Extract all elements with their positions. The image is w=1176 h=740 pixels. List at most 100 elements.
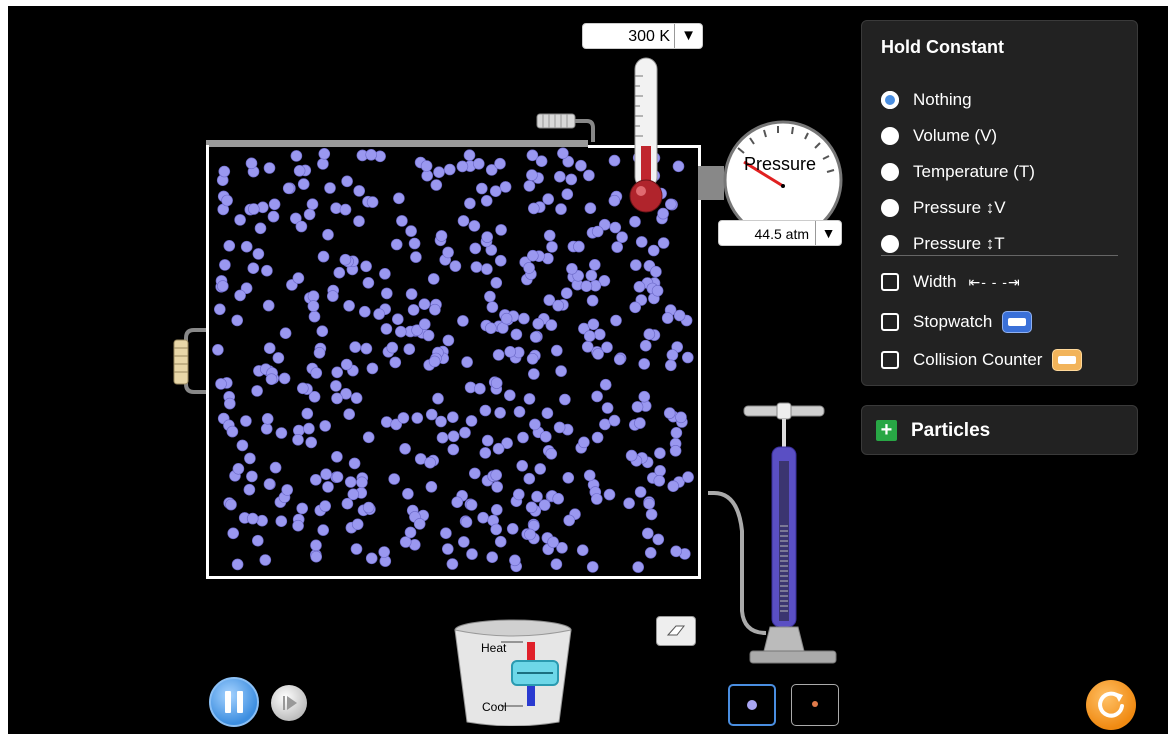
gas-particle (576, 544, 589, 557)
gas-particle (654, 464, 666, 477)
gas-particle (552, 492, 565, 505)
checkbox-label: Width (913, 272, 957, 291)
gas-particle (504, 346, 517, 358)
thermometer-icon (629, 57, 663, 213)
gas-particle (366, 362, 379, 375)
panel-title: Hold Constant (881, 37, 1004, 57)
gas-particle (317, 524, 329, 536)
heat-cool-slider[interactable] (511, 660, 559, 686)
gas-particle (447, 443, 460, 456)
gas-particle (231, 558, 244, 571)
gas-particle (397, 412, 410, 424)
gas-particle (566, 263, 578, 275)
gas-particle (343, 408, 355, 421)
reset-all-button[interactable] (1086, 680, 1136, 730)
gas-particle (396, 215, 408, 227)
gas-particle (459, 426, 471, 439)
temperature-readout[interactable]: 300 K ▼ (582, 23, 703, 49)
gas-particle (356, 476, 368, 489)
gas-particle (278, 372, 291, 385)
gas-particle (282, 182, 295, 195)
gas-particle (578, 436, 590, 449)
gas-particle (457, 215, 470, 227)
gas-particle (215, 378, 227, 390)
pressure-readout[interactable]: 44.5 atm ▼ (718, 220, 842, 246)
temperature-dropdown-icon[interactable]: ▼ (674, 24, 702, 48)
gas-particle (350, 392, 363, 404)
gas-particle (341, 175, 353, 188)
lid-handle[interactable] (535, 108, 595, 144)
gas-particle (490, 277, 503, 289)
gas-particle (494, 254, 507, 267)
gas-particle (322, 481, 334, 493)
gas-particle (550, 344, 563, 357)
gas-particle (465, 499, 478, 511)
radio-volume[interactable]: Volume (V) (881, 122, 997, 150)
checkbox-stopwatch[interactable]: Stopwatch (881, 308, 1033, 336)
gas-particle (479, 447, 492, 459)
light-particle-button[interactable] (791, 684, 839, 726)
side-handle[interactable] (172, 326, 208, 396)
gas-particle (563, 514, 576, 527)
gas-particle (292, 519, 304, 532)
gas-particle (562, 471, 575, 484)
gas-particle (421, 169, 433, 182)
pressure-dropdown-icon[interactable]: ▼ (815, 221, 841, 245)
gas-particle (535, 155, 548, 168)
gas-particle (479, 404, 492, 417)
gas-particle (613, 353, 626, 366)
gas-particle (542, 193, 555, 205)
gas-particle (545, 319, 558, 331)
radio-icon (881, 199, 899, 217)
step-forward-button[interactable] (271, 685, 307, 721)
bicycle-pump[interactable] (708, 401, 838, 666)
gas-particle (670, 426, 683, 439)
gas-particle (641, 527, 654, 540)
gas-particle (442, 246, 454, 259)
radio-nothing[interactable]: Nothing (881, 86, 972, 114)
gas-particle (330, 380, 342, 392)
radio-pressure-t[interactable]: Pressure ↕T (881, 230, 1005, 258)
radio-pressure-v[interactable]: Pressure ↕V (881, 194, 1006, 222)
eraser-button[interactable] (656, 616, 696, 646)
checkbox-width[interactable]: Width ⇤- - -⇥ (881, 268, 1021, 296)
gas-particle (490, 469, 503, 481)
gas-particle (243, 483, 256, 496)
gas-particle (407, 304, 420, 316)
gas-particle (310, 539, 322, 552)
gas-particle (666, 349, 679, 361)
gas-particle (485, 322, 497, 334)
gas-particle (447, 411, 459, 424)
checkbox-collision-counter[interactable]: Collision Counter (881, 346, 1083, 374)
gas-particle (435, 230, 448, 242)
gas-particle (347, 488, 360, 501)
gas-particle (380, 416, 393, 428)
gas-particle (599, 378, 612, 391)
gas-particle (263, 342, 276, 354)
gas-particle (247, 203, 260, 215)
gas-particle (349, 341, 361, 353)
gas-particle (268, 198, 281, 211)
gas-particle (586, 294, 599, 307)
gas-particle (639, 339, 652, 352)
gas-particle (481, 231, 494, 243)
heavy-particle-button[interactable] (728, 684, 776, 726)
gas-particle (495, 224, 507, 236)
gas-particle (422, 329, 435, 342)
gas-particle (661, 312, 674, 324)
pause-button[interactable] (209, 677, 259, 727)
particles-panel-header[interactable]: + Particles (861, 405, 1138, 455)
gas-particle (516, 459, 529, 472)
gas-particle (555, 365, 567, 377)
gas-particle (353, 215, 365, 227)
gas-particle (295, 220, 308, 233)
gas-particle (565, 173, 578, 186)
gas-particle (634, 417, 646, 429)
gas-particle (494, 157, 506, 170)
gas-particle (293, 164, 306, 177)
radio-temperature[interactable]: Temperature (T) (881, 158, 1035, 186)
gas-particle (609, 221, 622, 234)
gas-particle (632, 561, 645, 573)
gas-particle (465, 415, 478, 427)
gas-particle (351, 518, 364, 531)
